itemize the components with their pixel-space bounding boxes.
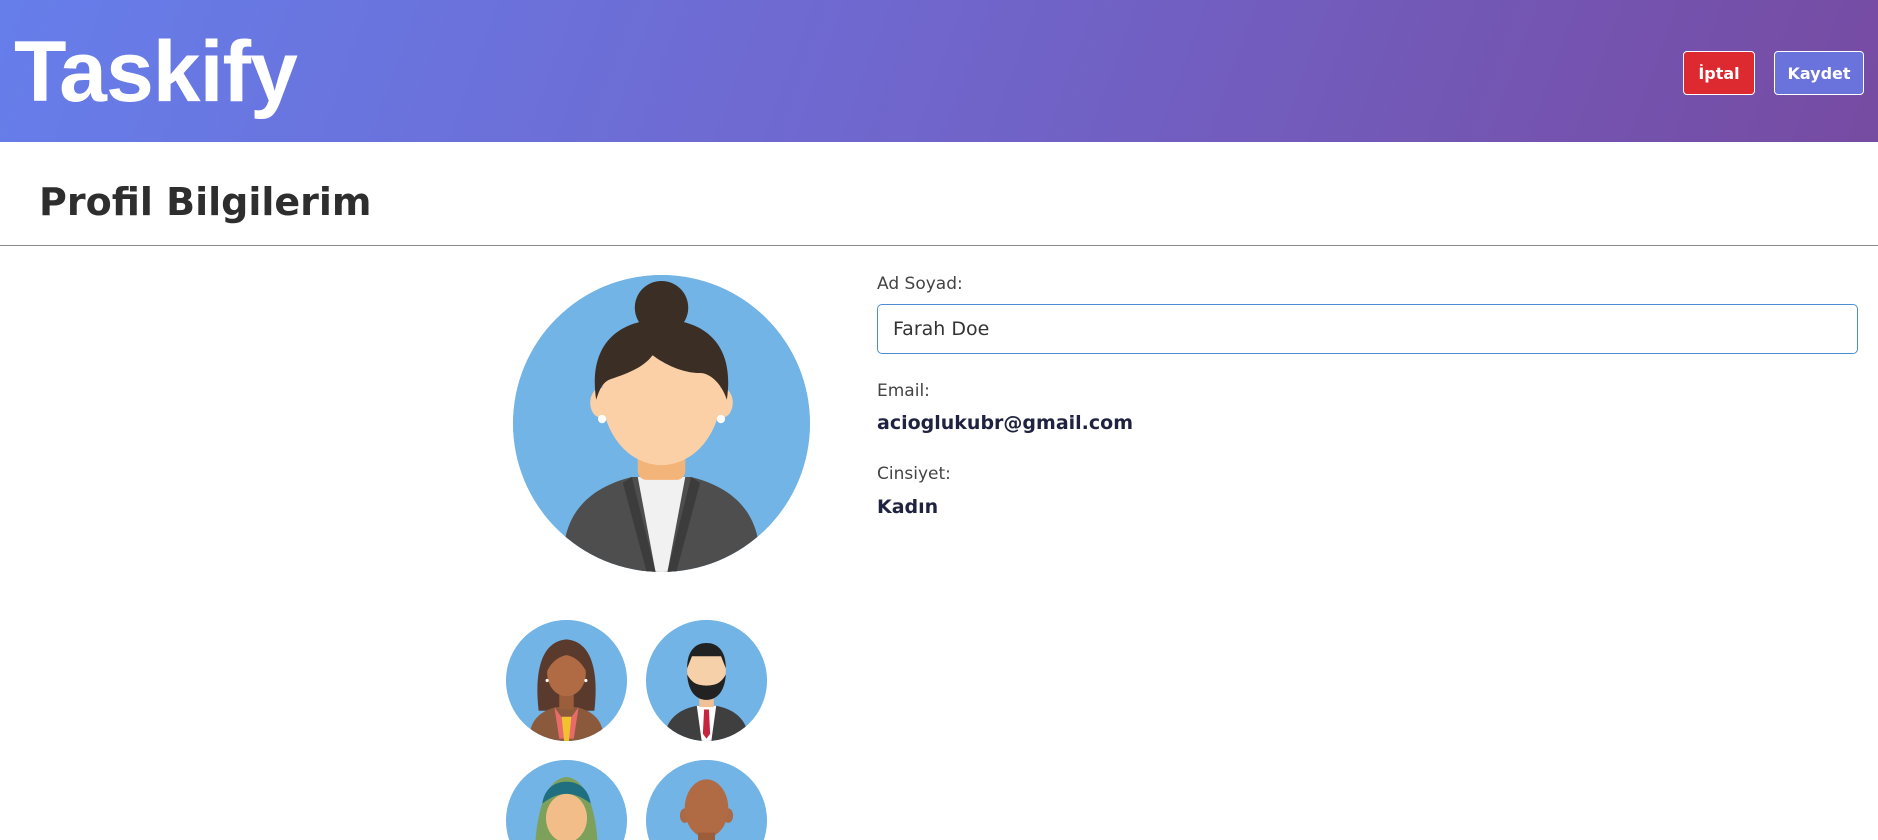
woman-long-hair-avatar-icon bbox=[506, 620, 627, 741]
app-logo-title[interactable]: Taskify bbox=[14, 22, 298, 122]
man-bald-avatar-icon bbox=[646, 760, 767, 840]
name-label: Ad Soyad: bbox=[877, 274, 963, 294]
page-title: Profil Bilgilerim bbox=[39, 180, 372, 224]
save-button[interactable]: Kaydet bbox=[1774, 51, 1864, 95]
title-divider bbox=[0, 245, 1878, 246]
email-value: acioglukubr@gmail.com bbox=[877, 412, 1133, 434]
top-navbar: Taskify İptal Kaydet bbox=[0, 0, 1878, 142]
man-beard-avatar-icon bbox=[646, 620, 767, 741]
woman-bun-avatar-icon bbox=[513, 275, 810, 572]
avatar-option-4[interactable] bbox=[646, 760, 767, 840]
selected-avatar bbox=[513, 275, 810, 572]
cancel-button[interactable]: İptal bbox=[1683, 51, 1755, 95]
avatar-option-1[interactable] bbox=[506, 620, 627, 741]
gender-label: Cinsiyet: bbox=[877, 464, 951, 484]
avatar-option-3[interactable] bbox=[506, 760, 627, 840]
woman-hijab-avatar-icon bbox=[506, 760, 627, 840]
avatar-option-2[interactable] bbox=[646, 620, 767, 741]
name-input[interactable] bbox=[877, 304, 1858, 354]
email-label: Email: bbox=[877, 381, 930, 401]
gender-value: Kadın bbox=[877, 496, 939, 518]
